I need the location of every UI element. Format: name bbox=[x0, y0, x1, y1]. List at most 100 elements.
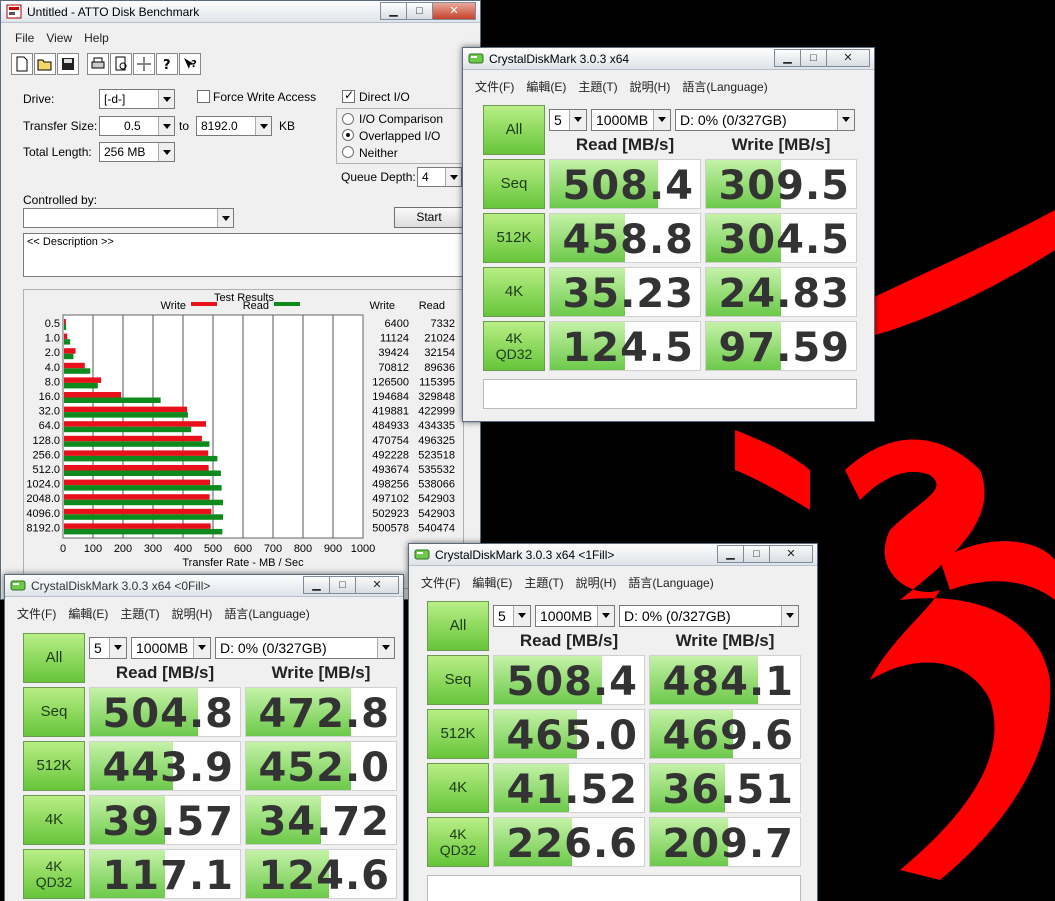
close-button[interactable]: ✕ bbox=[769, 545, 813, 563]
maximize-icon: □ bbox=[753, 548, 760, 560]
test-results-panel: Test Results Write Read Write Read 0 100 200 300… bbox=[23, 289, 464, 589]
menu-help[interactable]: Help bbox=[78, 31, 115, 45]
close-icon: ✕ bbox=[786, 548, 796, 560]
comment-box[interactable] bbox=[483, 379, 857, 409]
maximize-button[interactable]: □ bbox=[329, 576, 356, 594]
menu-help[interactable]: 說明(H) bbox=[570, 574, 623, 591]
comment-box[interactable] bbox=[427, 875, 801, 901]
runs-select[interactable]: 5 bbox=[549, 109, 587, 131]
seq-button[interactable]: Seq bbox=[483, 159, 545, 209]
print-icon[interactable] bbox=[87, 53, 109, 75]
controlled-by-select[interactable] bbox=[23, 208, 234, 228]
menu-language[interactable]: 語言(Language) bbox=[218, 605, 315, 622]
transfer-from-select[interactable]: 0.5 bbox=[99, 116, 175, 136]
write-value: 419881 bbox=[372, 406, 409, 418]
start-button[interactable]: Start bbox=[394, 207, 464, 228]
x-tick-label: 600 bbox=[234, 543, 252, 555]
close-button[interactable]: ✕ bbox=[826, 49, 870, 67]
cdm-titlebar[interactable]: CrystalDiskMark 3.0.3 x64 <0Fill> ▁ □ ✕ bbox=[5, 575, 403, 597]
menu-language[interactable]: 語言(Language) bbox=[676, 78, 773, 95]
chevron-down-icon bbox=[217, 209, 233, 227]
read-bar bbox=[64, 485, 222, 491]
size-select[interactable]: 1000MB bbox=[131, 637, 211, 659]
force-write-checkbox[interactable] bbox=[197, 90, 210, 103]
4k-qd32-button[interactable]: 4K QD32 bbox=[483, 321, 545, 371]
total-length-select[interactable]: 256 MB bbox=[99, 142, 175, 162]
menu-edit[interactable]: 編輯(E) bbox=[62, 605, 114, 622]
menu-theme[interactable]: 主題(T) bbox=[114, 605, 165, 622]
description-textarea[interactable]: << Description >> bbox=[23, 233, 464, 277]
runs-select[interactable]: 5 bbox=[89, 637, 127, 659]
new-icon[interactable] bbox=[11, 53, 33, 75]
size-select[interactable]: 1000MB bbox=[535, 605, 615, 627]
menu-file[interactable]: 文件(F) bbox=[469, 78, 520, 95]
io-comparison-radio[interactable] bbox=[342, 113, 354, 125]
seq-button[interactable]: Seq bbox=[427, 655, 489, 705]
context-help-icon[interactable]: ? bbox=[179, 53, 201, 75]
4k-button[interactable]: 4K bbox=[483, 267, 545, 317]
512k-write-cell: 469.6 bbox=[649, 709, 801, 759]
seq-button[interactable]: Seq bbox=[23, 687, 85, 737]
4k-button[interactable]: 4K bbox=[23, 795, 85, 845]
menu-theme[interactable]: 主題(T) bbox=[518, 574, 569, 591]
category-label: 128.0 bbox=[32, 435, 60, 447]
close-button[interactable]: ✕ bbox=[355, 576, 399, 594]
runs-select[interactable]: 5 bbox=[493, 605, 531, 627]
read-bar bbox=[64, 528, 223, 535]
open-icon[interactable] bbox=[34, 53, 56, 75]
minimize-button[interactable]: ▁ bbox=[380, 2, 407, 20]
queue-depth-select[interactable]: 4 bbox=[417, 167, 462, 187]
move-icon[interactable] bbox=[133, 53, 155, 75]
print-preview-icon[interactable] bbox=[110, 53, 132, 75]
cdm-titlebar[interactable]: CrystalDiskMark 3.0.3 x64 ▁ □ ✕ bbox=[463, 48, 874, 70]
4k-qd32-button[interactable]: 4K QD32 bbox=[427, 817, 489, 867]
minimize-button[interactable]: ▁ bbox=[717, 545, 744, 563]
all-button[interactable]: All bbox=[427, 601, 489, 651]
cdm-titlebar[interactable]: CrystalDiskMark 3.0.3 x64 <1Fill> ▁ □ ✕ bbox=[409, 544, 817, 566]
transfer-to-select[interactable]: 8192.0 bbox=[196, 116, 272, 136]
cdm-window-0fill: CrystalDiskMark 3.0.3 x64 <0Fill> ▁ □ ✕ 文件(F… bbox=[4, 574, 404, 901]
direct-io-checkbox[interactable] bbox=[342, 88, 355, 103]
help-icon[interactable]: ? bbox=[156, 53, 178, 75]
menu-help[interactable]: 說明(H) bbox=[166, 605, 219, 622]
menu-file[interactable]: File bbox=[9, 31, 40, 45]
all-button[interactable]: All bbox=[483, 105, 545, 155]
write-bar bbox=[64, 406, 188, 413]
maximize-button[interactable]: □ bbox=[743, 545, 770, 563]
menu-language[interactable]: 語言(Language) bbox=[622, 574, 719, 591]
chevron-down-icon bbox=[109, 638, 126, 658]
512k-button[interactable]: 512K bbox=[427, 709, 489, 759]
menu-file[interactable]: 文件(F) bbox=[11, 605, 62, 622]
size-select[interactable]: 1000MB bbox=[591, 109, 671, 131]
drive-select[interactable]: D: 0% (0/327GB) bbox=[675, 109, 855, 131]
maximize-button[interactable]: □ bbox=[800, 49, 827, 67]
menu-view[interactable]: View bbox=[40, 31, 78, 45]
save-icon[interactable] bbox=[57, 53, 79, 75]
menu-edit[interactable]: 編輯(E) bbox=[520, 78, 572, 95]
total-length-value: 256 MB bbox=[104, 145, 146, 159]
seq-write-cell: 309.5 bbox=[705, 159, 857, 209]
menu-help[interactable]: 說明(H) bbox=[624, 78, 677, 95]
overlapped-io-radio[interactable] bbox=[342, 129, 354, 141]
4k-button[interactable]: 4K bbox=[427, 763, 489, 813]
close-button[interactable]: ✕ bbox=[432, 2, 476, 20]
minimize-button[interactable]: ▁ bbox=[303, 576, 330, 594]
4k-qd32-button[interactable]: 4K QD32 bbox=[23, 849, 85, 899]
maximize-button[interactable]: □ bbox=[406, 2, 433, 20]
neither-radio[interactable] bbox=[342, 146, 354, 158]
minimize-button[interactable]: ▁ bbox=[774, 49, 801, 67]
drive-select[interactable]: D: 0% (0/327GB) bbox=[215, 637, 395, 659]
512k-button[interactable]: 512K bbox=[23, 741, 85, 791]
menu-edit[interactable]: 編輯(E) bbox=[466, 574, 518, 591]
all-button[interactable]: All bbox=[23, 633, 85, 683]
drive-select[interactable]: D: 0% (0/327GB) bbox=[619, 605, 799, 627]
atto-titlebar[interactable]: Untitled - ATTO Disk Benchmark ▁ □ ✕ bbox=[1, 1, 480, 23]
menu-theme[interactable]: 主題(T) bbox=[572, 78, 623, 95]
drive-select[interactable]: [-d-] bbox=[99, 89, 175, 109]
drive-label: Drive: bbox=[23, 92, 55, 106]
menu-file[interactable]: 文件(F) bbox=[415, 574, 466, 591]
cdm-menubar: 文件(F) 編輯(E) 主題(T) 說明(H) 語言(Language) bbox=[469, 78, 874, 95]
minimize-icon: ▁ bbox=[312, 579, 321, 591]
read-value: 508.4 bbox=[506, 659, 638, 705]
512k-button[interactable]: 512K bbox=[483, 213, 545, 263]
